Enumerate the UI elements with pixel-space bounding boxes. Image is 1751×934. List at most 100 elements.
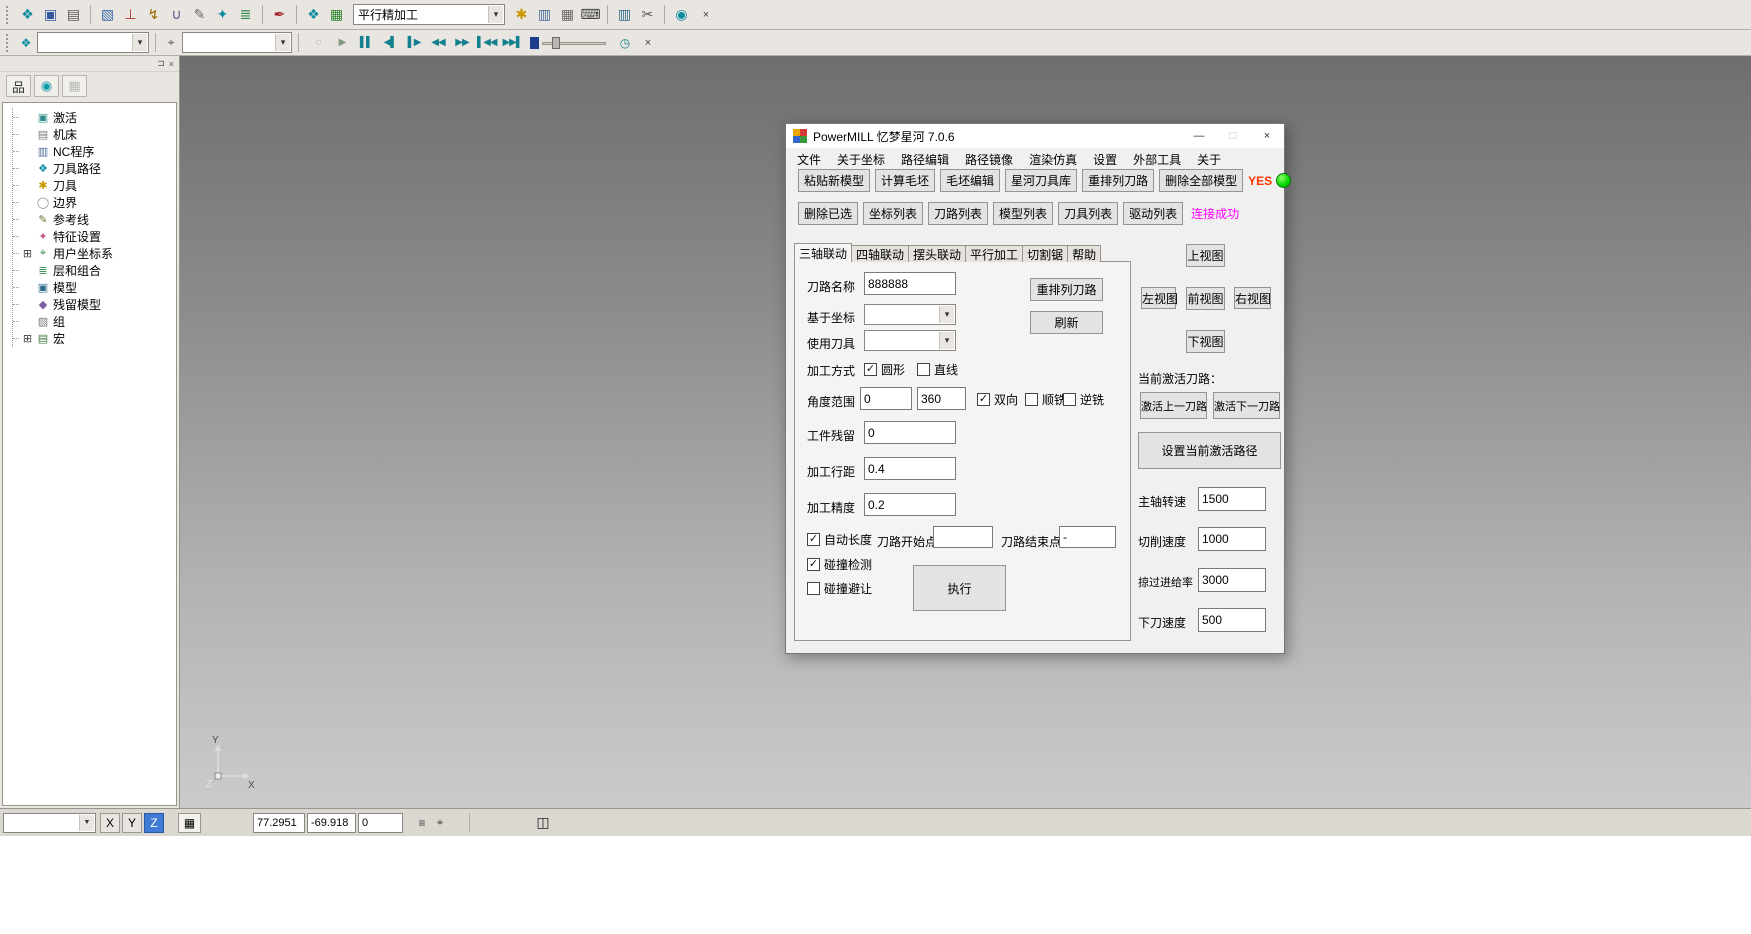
tree-expander-icon[interactable]: [22, 231, 33, 242]
menu-item[interactable]: 关于坐标: [829, 151, 893, 168]
cursor-position-icon[interactable]: ⌖: [431, 814, 449, 832]
delete-selected-button[interactable]: 删除已选: [798, 202, 858, 225]
tab[interactable]: 切割锯: [1022, 245, 1068, 262]
cycle-time-icon[interactable]: ◷: [616, 34, 634, 52]
toolpath-strategies-icon[interactable]: ❖: [303, 4, 324, 25]
save-icon[interactable]: ▣: [40, 4, 61, 25]
end-point-input[interactable]: [1059, 526, 1116, 548]
conventional-mill-checkbox[interactable]: 逆铣: [1063, 391, 1104, 408]
tree-item-activate[interactable]: ▣ 激活: [13, 109, 176, 126]
create-block-icon[interactable]: ▧: [97, 4, 118, 25]
tab[interactable]: 平行加工: [965, 245, 1023, 262]
base-coord-select[interactable]: ▾: [864, 304, 956, 325]
z-axis-button[interactable]: Z: [144, 813, 164, 833]
simulation-chart-icon[interactable]: ▥: [614, 4, 635, 25]
y-axis-button[interactable]: Y: [122, 813, 142, 833]
rewind-icon[interactable]: ◀◀: [429, 34, 447, 52]
tree-expander-icon[interactable]: [22, 299, 33, 310]
statusbar-select[interactable]: ▼: [3, 813, 96, 833]
tree-item-levels-and-sets[interactable]: ≣ 层和组合: [13, 262, 176, 279]
checkbox-box[interactable]: [1025, 393, 1038, 406]
coord-list-button[interactable]: 坐标列表: [863, 202, 923, 225]
feature-set-icon[interactable]: ✦: [212, 4, 233, 25]
minimize-button[interactable]: —: [1182, 124, 1216, 148]
start-point-input[interactable]: [933, 526, 993, 548]
collision-avoid-checkbox[interactable]: 碰撞避让: [807, 580, 872, 597]
tree-expander-icon[interactable]: [22, 265, 33, 276]
circle-checkbox[interactable]: ✓ 圆形: [864, 361, 905, 378]
statistics-icon[interactable]: ▥: [534, 4, 555, 25]
step-forward-icon[interactable]: ▌▶: [405, 34, 423, 52]
viewmill-icon[interactable]: ◉: [671, 4, 692, 25]
sim-toolpath-select[interactable]: ▾: [37, 32, 149, 53]
auto-length-checkbox[interactable]: ✓ 自动长度: [807, 531, 872, 548]
cursor-x-input[interactable]: [253, 813, 305, 833]
x-axis-button[interactable]: X: [100, 813, 120, 833]
tree-expander-icon[interactable]: [22, 112, 33, 123]
levels-icon[interactable]: ≣: [235, 4, 256, 25]
grid-toggle-button[interactable]: ▦: [178, 813, 201, 833]
checkbox-box[interactable]: [917, 363, 930, 376]
activate-prev-toolpath-button[interactable]: 激活上一刀路: [1140, 392, 1207, 419]
world-icon[interactable]: ◉: [34, 75, 59, 97]
tree-expander-icon[interactable]: ⊞: [22, 333, 33, 344]
delete-all-models-button[interactable]: 删除全部模型: [1159, 169, 1243, 192]
dialog-titlebar[interactable]: PowerMILL 忆梦星河 7.0.6 — □ ×: [786, 124, 1284, 148]
tab[interactable]: 摆头联动: [908, 245, 966, 262]
create-toolpath-icon[interactable]: ↯: [143, 4, 164, 25]
chevron-down-icon[interactable]: ▾: [939, 306, 954, 323]
stepover-input[interactable]: [864, 457, 956, 480]
close-panel-icon[interactable]: ×: [169, 59, 174, 69]
cursor-y-input[interactable]: [307, 813, 356, 833]
toolbar-close-icon[interactable]: ×: [698, 7, 714, 23]
shade-icon[interactable]: ◌: [309, 34, 327, 52]
checkbox-box[interactable]: [807, 582, 820, 595]
menu-item[interactable]: 渲染仿真: [1021, 151, 1085, 168]
tree-expander-icon[interactable]: [22, 214, 33, 225]
rearrange-toolpaths-panel-button[interactable]: 重排列刀路: [1030, 278, 1103, 301]
checkbox-box[interactable]: ✓: [807, 533, 820, 546]
play-icon[interactable]: ▶: [333, 34, 351, 52]
go-to-start-icon[interactable]: ▌◀◀: [477, 34, 496, 52]
explorer-tree-icon[interactable]: 品: [6, 75, 31, 97]
paste-new-model-button[interactable]: 粘贴新模型: [798, 169, 870, 192]
tree-expander-icon[interactable]: [22, 282, 33, 293]
split-view-icon[interactable]: ◫: [534, 814, 552, 832]
checkbox-box[interactable]: [1063, 393, 1076, 406]
plunge-speed-input[interactable]: [1198, 608, 1266, 632]
view-left-button[interactable]: 左视图: [1141, 287, 1176, 309]
line-checkbox[interactable]: 直线: [917, 361, 958, 378]
boundary-icon[interactable]: ∪: [166, 4, 187, 25]
activate-next-toolpath-button[interactable]: 激活下一刀路: [1213, 392, 1280, 419]
tab[interactable]: 四轴联动: [851, 245, 909, 262]
bidirectional-checkbox[interactable]: ✓ 双向: [977, 391, 1018, 408]
chevron-down-icon[interactable]: ▾: [132, 34, 147, 51]
menu-item[interactable]: 外部工具: [1125, 151, 1189, 168]
print-icon[interactable]: ▤: [63, 4, 84, 25]
powermill-logo-icon[interactable]: ❖: [17, 4, 38, 25]
menu-item[interactable]: 路径编辑: [893, 151, 957, 168]
chevron-down-icon[interactable]: ▼: [79, 815, 94, 831]
tree-expander-icon[interactable]: [22, 197, 33, 208]
refresh-button[interactable]: 刷新: [1030, 311, 1103, 334]
angle-end-input[interactable]: [917, 387, 966, 410]
model-list-button[interactable]: 模型列表: [993, 202, 1053, 225]
menu-item[interactable]: 文件: [789, 151, 829, 168]
pause-icon[interactable]: ▌▌: [357, 34, 375, 52]
chevron-down-icon[interactable]: ▾: [275, 34, 290, 51]
checkbox-box[interactable]: ✓: [977, 393, 990, 406]
chevron-down-icon[interactable]: ▾: [939, 332, 954, 349]
tab[interactable]: 帮助: [1067, 245, 1101, 262]
toolbar-grip[interactable]: [6, 34, 11, 52]
tree-expander-icon[interactable]: [22, 316, 33, 327]
pattern-icon[interactable]: ✎: [189, 4, 210, 25]
tree-item-macros[interactable]: ⊞ ▤ 宏: [13, 330, 176, 347]
menu-item[interactable]: 关于: [1189, 151, 1229, 168]
block-edit-button[interactable]: 毛坯编辑: [940, 169, 1000, 192]
xinghe-tool-library-button[interactable]: 星河刀具库: [1005, 169, 1077, 192]
tree-item-workplanes[interactable]: ⊞ ⌖ 用户坐标系: [13, 245, 176, 262]
slider-handle[interactable]: [552, 37, 560, 49]
use-tool-select[interactable]: ▾: [864, 330, 956, 351]
toolpath-list-button[interactable]: 刀路列表: [928, 202, 988, 225]
float-panel-icon[interactable]: ⊐: [157, 58, 165, 69]
